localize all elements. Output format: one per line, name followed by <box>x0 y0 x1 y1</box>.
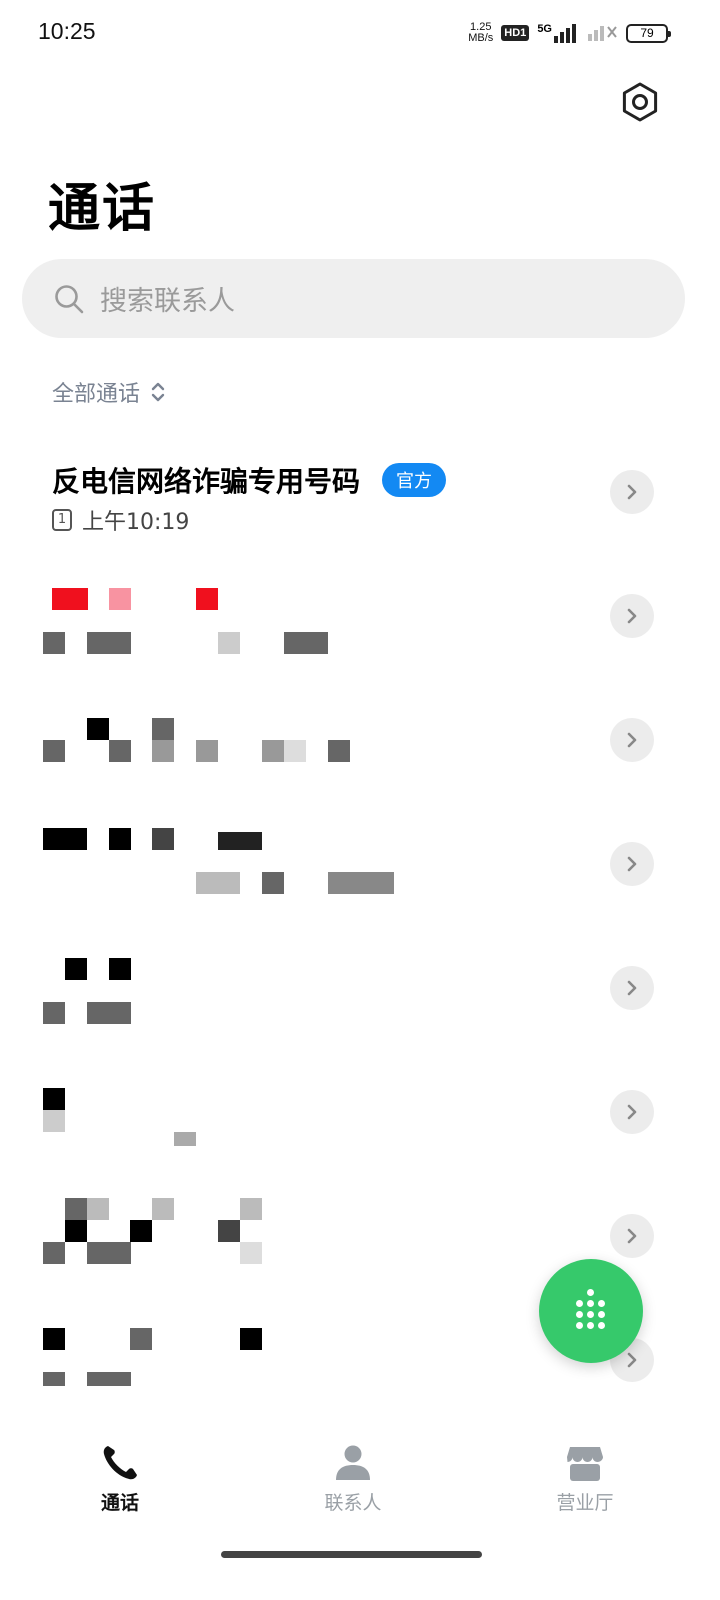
home-indicator[interactable] <box>221 1551 482 1558</box>
search-input[interactable]: 搜索联系人 <box>22 259 685 338</box>
call-row-obscured[interactable] <box>0 694 720 818</box>
tab-service-hall-label: 营业厅 <box>556 1492 614 1514</box>
signal-5g-icon: 5G <box>537 23 580 43</box>
call-row-obscured[interactable] <box>0 570 720 694</box>
call-detail-chevron-icon[interactable] <box>610 1090 654 1134</box>
call-detail-chevron-icon[interactable] <box>610 470 654 514</box>
status-time: 10:25 <box>38 18 96 44</box>
call-row-obscured[interactable] <box>0 818 720 942</box>
call-filter-dropdown[interactable]: 全部通话 <box>52 376 166 408</box>
call-detail-chevron-icon[interactable] <box>610 966 654 1010</box>
call-row-obscured[interactable] <box>0 942 720 1066</box>
status-icons: 1.25 MB/s HD1 5G 79 <box>468 18 671 48</box>
caller-name: 反电信网络诈骗专用号码 <box>52 465 361 498</box>
search-icon <box>55 284 84 313</box>
signal-nosim-icon <box>588 21 618 45</box>
dialpad-button[interactable] <box>539 1259 643 1363</box>
person-icon <box>336 1445 370 1480</box>
sim-card-icon: 1 <box>52 509 72 531</box>
call-detail-chevron-icon[interactable] <box>610 842 654 886</box>
search-placeholder: 搜索联系人 <box>100 286 235 317</box>
tab-calls-label: 通话 <box>100 1492 139 1514</box>
call-detail-chevron-icon[interactable] <box>610 718 654 762</box>
official-badge: 官方 <box>382 463 447 497</box>
phone-icon <box>103 1446 137 1480</box>
status-bar: 10:25 1.25 MB/s HD1 5G 79 <box>0 0 720 66</box>
call-detail-chevron-icon[interactable] <box>610 1214 654 1258</box>
filter-label: 全部通话 <box>52 382 141 407</box>
call-time: 上午10:19 <box>82 510 190 535</box>
sort-chevron-icon <box>151 382 165 402</box>
hd-badge: HD1 <box>501 25 530 41</box>
settings-gear-icon[interactable] <box>618 80 662 124</box>
call-row[interactable]: 反电信网络诈骗专用号码 官方 1 上午10:19 <box>0 446 720 570</box>
battery-icon: 79 <box>626 23 671 43</box>
page-title: 通话 <box>48 179 157 239</box>
tab-contacts-label: 联系人 <box>324 1492 382 1514</box>
call-row-obscured[interactable] <box>0 1066 720 1190</box>
store-icon <box>567 1447 603 1481</box>
net-speed: 1.25 MB/s <box>468 21 494 44</box>
bottom-nav: 通话 联系人 营业厅 <box>0 1415 720 1535</box>
call-detail-chevron-icon[interactable] <box>610 594 654 638</box>
